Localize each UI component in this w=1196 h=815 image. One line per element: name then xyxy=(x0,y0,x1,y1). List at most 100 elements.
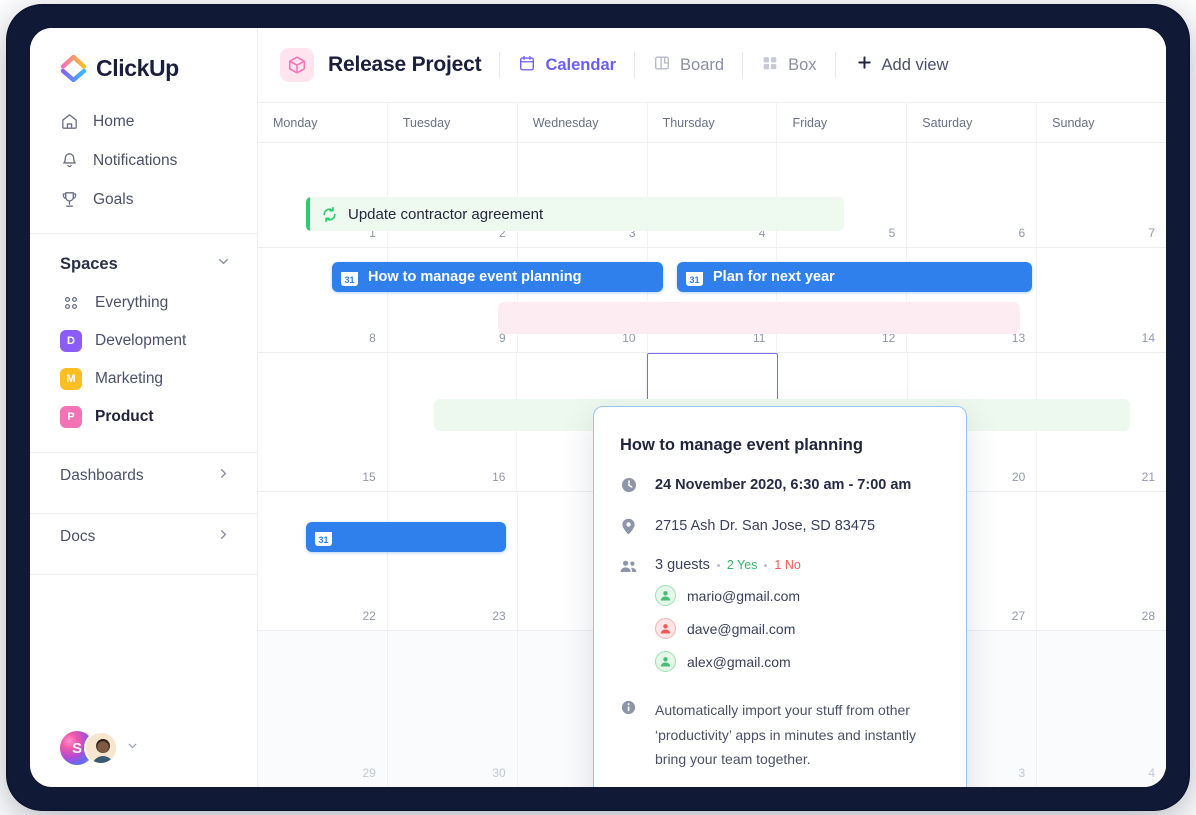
primary-nav: Home Notifications xyxy=(30,102,257,219)
day-header: Monday xyxy=(258,103,388,142)
chevron-right-icon xyxy=(216,527,231,547)
day-number: 3 xyxy=(1018,766,1025,780)
recurring-icon xyxy=(321,206,338,223)
spaces-title: Spaces xyxy=(60,255,118,274)
day-cell[interactable]: 28 xyxy=(1037,492,1166,630)
guests-no-count: 1 No xyxy=(774,558,800,572)
space-label: Development xyxy=(95,332,186,350)
popover-title: How to manage event planning xyxy=(594,407,966,455)
day-cell[interactable]: 1 xyxy=(258,143,388,247)
tab-box[interactable]: Box xyxy=(761,54,816,77)
space-badge: P xyxy=(60,406,82,428)
google-calendar-icon: 31 xyxy=(341,269,358,286)
guest-email: dave@gmail.com xyxy=(687,621,795,637)
tab-board[interactable]: Board xyxy=(653,54,724,77)
day-header: Friday xyxy=(777,103,907,142)
day-cell[interactable]: 2 xyxy=(388,143,518,247)
clock-icon xyxy=(620,475,637,496)
sidebar-item-label: Docs xyxy=(60,528,95,546)
topbar: Release Project Calendar Board xyxy=(258,28,1166,103)
spaces-section-header[interactable]: Spaces xyxy=(30,234,257,284)
day-number: 22 xyxy=(363,609,376,623)
add-view-label: Add view xyxy=(882,56,949,75)
avatar[interactable] xyxy=(84,731,118,765)
popover-datetime-row: 24 November 2020, 6:30 am - 7:00 am xyxy=(594,475,966,496)
day-number: 21 xyxy=(1142,470,1155,484)
day-number: 23 xyxy=(492,609,505,623)
space-badge: M xyxy=(60,368,82,390)
day-number: 15 xyxy=(362,470,375,484)
sidebar-item-marketing[interactable]: M Marketing xyxy=(44,360,243,398)
sidebar-item-docs[interactable]: Docs xyxy=(30,514,257,560)
day-cell[interactable]: 22 xyxy=(258,492,388,630)
guest-avatar-accepted-icon xyxy=(655,585,676,606)
space-label: Marketing xyxy=(95,370,163,388)
calendar-day-headers: Monday Tuesday Wednesday Thursday Friday… xyxy=(258,103,1166,143)
calendar-event-plan-for-next-year[interactable]: 31 Plan for next year xyxy=(677,262,1032,292)
chevron-down-icon[interactable] xyxy=(216,254,231,274)
sidebar-item-dashboards[interactable]: Dashboards xyxy=(30,453,257,499)
calendar-event-hidden-behind-popover[interactable]: 31 xyxy=(306,522,506,552)
cube-icon xyxy=(280,48,314,82)
calendar-event-how-to-manage-event-planning[interactable]: 31 How to manage event planning xyxy=(332,262,663,292)
calendar-event-placeholder-pink[interactable] xyxy=(498,302,1020,334)
day-number: 14 xyxy=(1142,331,1155,345)
sidebar-item-home[interactable]: Home xyxy=(44,102,243,141)
home-icon xyxy=(60,112,79,131)
space-label: Product xyxy=(95,408,154,426)
divider xyxy=(835,52,836,78)
add-view-button[interactable]: Add view xyxy=(856,54,949,76)
guest-avatar-declined-icon xyxy=(655,618,676,639)
guests-yes-count: 2 Yes xyxy=(727,558,758,572)
day-number: 6 xyxy=(1018,226,1025,240)
day-cell[interactable]: 7 xyxy=(1037,143,1166,247)
spaces-list: Everything D Development M Marketing P P… xyxy=(30,284,257,436)
sidebar-item-goals[interactable]: Goals xyxy=(44,180,243,219)
sidebar-item-label: Dashboards xyxy=(60,467,144,485)
day-cell[interactable]: 29 xyxy=(258,631,388,787)
sidebar-divider xyxy=(30,574,257,575)
popover-guests-summary: 3 guests 2 Yes 1 No xyxy=(655,557,940,573)
sidebar-item-product[interactable]: P Product xyxy=(44,398,243,436)
user-avatar-group[interactable]: S xyxy=(60,731,139,765)
day-header: Saturday xyxy=(907,103,1037,142)
guest-list-item[interactable]: mario@gmail.com xyxy=(655,585,940,606)
calendar-event-task[interactable]: Update contractor agreement xyxy=(306,197,844,231)
sidebar-item-label: Home xyxy=(93,113,134,131)
tab-calendar[interactable]: Calendar xyxy=(518,54,616,77)
tab-label: Box xyxy=(788,56,816,75)
calendar-week-row: 8 9 10 11 12 13 14 31 How to manage even… xyxy=(258,248,1166,353)
day-cell[interactable]: 14 xyxy=(1037,248,1166,352)
day-number: 7 xyxy=(1148,226,1155,240)
day-cell[interactable]: 15 xyxy=(258,353,388,491)
bell-icon xyxy=(60,151,79,170)
app-logo-text: ClickUp xyxy=(96,55,179,82)
day-cell[interactable]: 5 xyxy=(777,143,907,247)
chevron-down-icon[interactable] xyxy=(126,739,139,757)
day-cell[interactable]: 4 xyxy=(1037,631,1166,787)
google-calendar-icon: 31 xyxy=(686,269,703,286)
dot-separator xyxy=(717,564,720,567)
day-cell[interactable]: 4 xyxy=(648,143,778,247)
grid-dots-icon xyxy=(60,292,82,314)
guest-list-item[interactable]: dave@gmail.com xyxy=(655,618,940,639)
sidebar-item-development[interactable]: D Development xyxy=(44,322,243,360)
popover-datetime: 24 November 2020, 6:30 am - 7:00 am xyxy=(655,475,911,496)
popover-description-row: Automatically import your stuff from oth… xyxy=(594,698,966,772)
day-cell[interactable]: 30 xyxy=(388,631,518,787)
day-cell[interactable]: 6 xyxy=(907,143,1037,247)
day-cell[interactable]: 3 xyxy=(518,143,648,247)
day-header: Wednesday xyxy=(518,103,648,142)
calendar-view: Monday Tuesday Wednesday Thursday Friday… xyxy=(258,103,1166,787)
day-cell[interactable]: 23 xyxy=(388,492,518,630)
day-header: Thursday xyxy=(648,103,778,142)
google-calendar-icon: 31 xyxy=(315,529,332,546)
box-grid-icon xyxy=(761,54,779,77)
guest-email: alex@gmail.com xyxy=(687,654,791,670)
day-number: 16 xyxy=(492,470,505,484)
sidebar-item-label: Goals xyxy=(93,191,134,209)
app-logo[interactable]: ClickUp xyxy=(30,28,257,82)
guest-list-item[interactable]: alex@gmail.com xyxy=(655,651,940,672)
sidebar-item-notifications[interactable]: Notifications xyxy=(44,141,243,180)
sidebar-item-everything[interactable]: Everything xyxy=(44,284,243,322)
